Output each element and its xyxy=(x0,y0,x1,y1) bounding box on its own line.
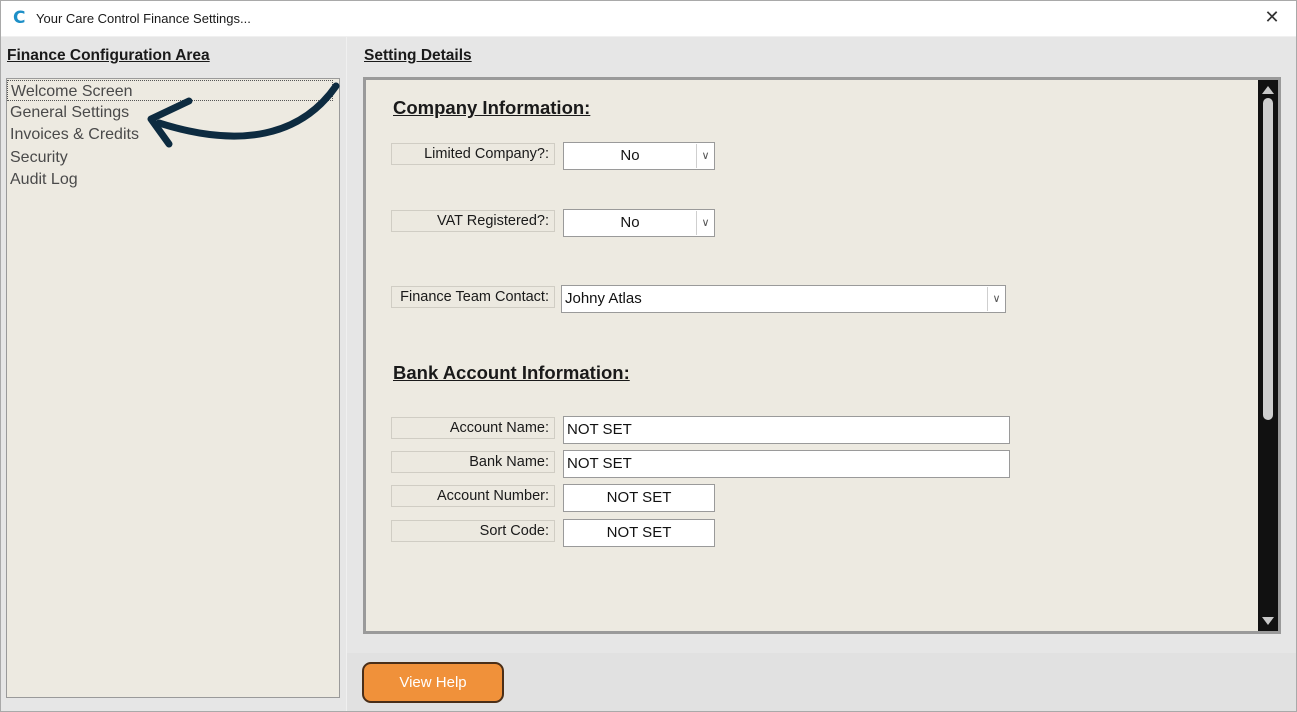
vat-registered-label: VAT Registered?: xyxy=(391,210,555,232)
scroll-down-icon[interactable] xyxy=(1262,617,1274,625)
app-logo-icon: C xyxy=(13,8,26,28)
bottom-bar: View Help xyxy=(347,653,1296,711)
finance-configuration-panel: Finance Configuration Area Welcome Scree… xyxy=(1,37,346,711)
vertical-scrollbar[interactable] xyxy=(1258,80,1278,631)
list-item-security[interactable]: Security xyxy=(7,147,333,168)
finance-team-contact-combo[interactable]: Johny Atlas ∨ xyxy=(561,285,1006,313)
scroll-up-icon[interactable] xyxy=(1262,86,1274,94)
list-item-audit-log[interactable]: Audit Log xyxy=(7,169,333,190)
window-title: Your Care Control Finance Settings... xyxy=(36,11,251,26)
view-help-button[interactable]: View Help xyxy=(362,662,504,703)
finance-settings-window: C Your Care Control Finance Settings... … xyxy=(0,0,1297,712)
sort-code-label: Sort Code: xyxy=(391,520,555,542)
limited-company-value: No xyxy=(620,147,640,164)
scrollbar-thumb[interactable] xyxy=(1263,98,1273,420)
account-name-label: Account Name: xyxy=(391,417,555,439)
bank-name-label: Bank Name: xyxy=(391,451,555,473)
bank-name-field[interactable]: NOT SET xyxy=(563,450,1010,478)
title-bar: C Your Care Control Finance Settings... … xyxy=(1,1,1296,36)
chevron-down-icon[interactable]: ∨ xyxy=(987,287,1005,311)
company-information-heading: Company Information: xyxy=(393,97,591,118)
limited-company-combo[interactable]: No ∨ xyxy=(563,142,715,170)
account-number-field[interactable]: NOT SET xyxy=(563,484,715,512)
bank-account-information-heading: Bank Account Information: xyxy=(393,362,630,383)
vat-registered-combo[interactable]: No ∨ xyxy=(563,209,715,237)
finance-team-contact-label: Finance Team Contact: xyxy=(391,286,555,308)
setting-details-panel: Setting Details Company Information: Lim… xyxy=(347,37,1296,711)
limited-company-label: Limited Company?: xyxy=(391,143,555,165)
list-item-general-settings[interactable]: General Settings xyxy=(7,102,333,123)
list-item-welcome-screen[interactable]: Welcome Screen xyxy=(7,80,333,101)
left-panel-heading: Finance Configuration Area xyxy=(7,47,210,64)
close-icon[interactable]: ✕ xyxy=(1262,7,1282,29)
configuration-list[interactable]: Welcome Screen General Settings Invoices… xyxy=(6,78,340,698)
finance-team-contact-value: Johny Atlas xyxy=(565,290,642,307)
chevron-down-icon[interactable]: ∨ xyxy=(696,144,714,168)
list-item-invoices-credits[interactable]: Invoices & Credits xyxy=(7,124,333,145)
chevron-down-icon[interactable]: ∨ xyxy=(696,211,714,235)
account-name-field[interactable]: NOT SET xyxy=(563,416,1010,444)
sort-code-field[interactable]: NOT SET xyxy=(563,519,715,547)
account-number-label: Account Number: xyxy=(391,485,555,507)
right-panel-heading: Setting Details xyxy=(364,47,472,64)
vat-registered-value: No xyxy=(620,214,640,231)
details-form: Company Information: Limited Company?: N… xyxy=(363,77,1281,634)
